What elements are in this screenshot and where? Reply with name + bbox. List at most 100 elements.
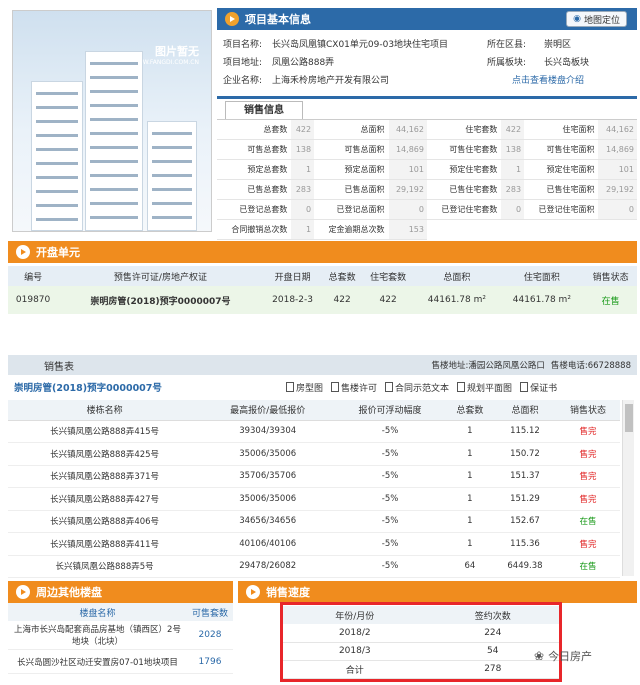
column-header: 住宅套数 bbox=[361, 266, 415, 286]
play-icon bbox=[16, 585, 30, 599]
opening-cell: 在售 bbox=[584, 286, 637, 314]
map-pin-icon: ◉ bbox=[573, 14, 581, 24]
table-cell[interactable]: 长兴镇凤凰公路888弄406号 bbox=[8, 510, 202, 533]
table-cell: 150.72 bbox=[493, 442, 557, 466]
list-item[interactable]: 上海市长兴岛配套商品房基地（镇西区）2号地块（北块） 2028 bbox=[8, 621, 233, 650]
table-row[interactable]: 长兴镇凤凰公路888弄5号 29478/26082 -5% 64 6449.38 在售 bbox=[8, 555, 620, 578]
nearby-table: 楼盘名称 可售套数 上海市长兴岛配套商品房基地（镇西区）2号地块（北块） 2028 长… bbox=[8, 603, 233, 674]
table-cell: 35006/35006 bbox=[201, 442, 335, 466]
info-row: 项目名称: 长兴岛凤凰镇CX01单元09-03地块住宅项目 所在区县: 崇明区 bbox=[217, 34, 637, 52]
block-value: 长兴岛板块 bbox=[544, 57, 590, 68]
stat-value: 44,162 bbox=[388, 119, 427, 140]
table-cell: 35706/35706 bbox=[201, 465, 335, 488]
brand-watermark: ❀ 今日房产 bbox=[534, 648, 592, 664]
stats-row: 可售总套数 138 可售总面积 14,869 可售住宅套数 138 可售住宅面积 14,869 bbox=[217, 139, 637, 160]
map-locate-button[interactable]: ◉ 地图定位 bbox=[566, 11, 627, 27]
table-cell: 35006/35006 bbox=[201, 487, 335, 511]
column-header: 预售许可证/房地产权证 bbox=[58, 266, 263, 286]
sales-table-scrollbar[interactable] bbox=[622, 400, 634, 576]
nearby-project-name[interactable]: 长兴岛圆沙社区动迁安置房07-01地块项目 bbox=[8, 649, 187, 674]
table-cell: 40106/40106 bbox=[201, 532, 335, 556]
info-row: 企业名称: 上海禾柃房地产开发有限公司 点击查看楼盘介绍 bbox=[217, 70, 637, 88]
nearby-title: 周边其他楼盘 bbox=[36, 586, 102, 599]
table-row[interactable]: 长兴镇凤凰公路888弄415号 39304/39304 -5% 1 115.12 售完 bbox=[8, 420, 620, 443]
field-label: 所属板块: bbox=[487, 57, 527, 68]
stat-label: 已登记总面积 bbox=[314, 199, 389, 220]
document-icon bbox=[331, 382, 340, 392]
table-cell: -5% bbox=[334, 532, 446, 556]
table-cell: 115.12 bbox=[493, 420, 557, 443]
table-cell[interactable]: 长兴镇凤凰公路888弄371号 bbox=[8, 465, 202, 488]
info-row: 项目地址: 凤凰公路888弄 所属板块: 长兴岛板块 bbox=[217, 52, 637, 70]
stats-row: 已售总套数 283 已售总面积 29,192 已售住宅套数 283 已售住宅面积 29,192 bbox=[217, 179, 637, 200]
column-header: 总面积 bbox=[493, 400, 557, 421]
list-item[interactable]: 长兴岛圆沙社区动迁安置房07-01地块项目 1796 bbox=[8, 649, 233, 674]
table-cell: 152.67 bbox=[493, 510, 557, 533]
stat-label: 已售总面积 bbox=[314, 179, 389, 200]
table-cell: 1 bbox=[445, 487, 494, 511]
document-icon bbox=[286, 382, 294, 392]
table-cell: 1 bbox=[445, 442, 494, 466]
status-cell: 售完 bbox=[556, 420, 620, 443]
tab-sales-info[interactable]: 销售信息 bbox=[225, 101, 303, 119]
sales-table-header: 销售表 售楼地址:潘园公路凤凰公路口 售楼电话:66728888 bbox=[8, 355, 637, 375]
project-intro-link[interactable]: 点击查看楼盘介绍 bbox=[512, 73, 584, 86]
column-header: 住宅面积 bbox=[499, 266, 585, 286]
status-cell: 在售 bbox=[556, 555, 620, 578]
stat-value: 14,869 bbox=[388, 139, 427, 160]
building-illustration bbox=[85, 51, 143, 231]
table-cell: -5% bbox=[334, 487, 446, 511]
building-illustration bbox=[147, 121, 197, 231]
table-cell[interactable]: 长兴镇凤凰公路888弄415号 bbox=[8, 420, 202, 443]
field-label: 企业名称: bbox=[223, 75, 263, 86]
stat-value: 1 bbox=[291, 159, 315, 180]
opening-cell: 422 bbox=[322, 286, 362, 314]
stat-label: 可售总套数 bbox=[217, 139, 292, 160]
table-cell: 151.37 bbox=[493, 465, 557, 488]
table-cell[interactable]: 长兴镇凤凰公路888弄5号 bbox=[8, 555, 202, 578]
table-row[interactable]: 长兴镇凤凰公路888弄425号 35006/35006 -5% 1 150.72 售完 bbox=[8, 442, 620, 466]
field-label: 项目名称: bbox=[223, 39, 263, 50]
doc-link[interactable]: 售楼许可 bbox=[331, 381, 377, 394]
table-row[interactable]: 长兴镇凤凰公路888弄406号 34656/34656 -5% 1 152.67 在售 bbox=[8, 510, 620, 533]
table-cell[interactable]: 长兴镇凤凰公路888弄411号 bbox=[8, 532, 202, 556]
doc-link[interactable]: 房型图 bbox=[286, 381, 323, 394]
sales-speed-title: 销售速度 bbox=[266, 586, 310, 599]
stat-label: 预定住宅面积 bbox=[524, 159, 599, 180]
table-row[interactable]: 长兴镇凤凰公路888弄427号 35006/35006 -5% 1 151.29 售完 bbox=[8, 487, 620, 511]
document-icon bbox=[457, 382, 466, 392]
table-cell[interactable]: 长兴镇凤凰公路888弄427号 bbox=[8, 487, 202, 511]
stats-row: 预定总套数 1 预定总面积 101 预定住宅套数 1 预定住宅面积 101 bbox=[217, 159, 637, 180]
scrollbar-thumb[interactable] bbox=[625, 404, 633, 432]
table-row[interactable]: 长兴镇凤凰公路888弄371号 35706/35706 -5% 1 151.37 售完 bbox=[8, 465, 620, 488]
wechat-icon: ❀ bbox=[534, 649, 545, 663]
opening-units-header: 开盘单元 bbox=[8, 241, 637, 263]
doc-link-label: 房型图 bbox=[296, 383, 324, 394]
nearby-project-name[interactable]: 上海市长兴岛配套商品房基地（镇西区）2号地块（北块） bbox=[8, 621, 187, 650]
column-header: 总面积 bbox=[414, 266, 500, 286]
stat-label: 已登记住宅面积 bbox=[524, 199, 599, 220]
doc-link[interactable]: 保证书 bbox=[520, 381, 557, 394]
doc-link[interactable]: 规划平面图 bbox=[457, 381, 512, 394]
sales-phone: 售楼电话:66728888 bbox=[550, 361, 631, 371]
column-header: 楼盘名称 bbox=[8, 603, 187, 621]
nearby-available-count: 1796 bbox=[187, 649, 233, 674]
table-row[interactable]: 长兴镇凤凰公路888弄411号 40106/40106 -5% 1 115.36 售完 bbox=[8, 532, 620, 556]
stat-value: 101 bbox=[388, 159, 427, 180]
stat-value: 29,192 bbox=[598, 179, 637, 200]
stat-value: 138 bbox=[291, 139, 315, 160]
table-cell: 6449.38 bbox=[493, 555, 557, 578]
table-cell[interactable]: 长兴镇凤凰公路888弄425号 bbox=[8, 442, 202, 466]
stat-label: 可售总面积 bbox=[314, 139, 389, 160]
project-name: 长兴岛凤凰镇CX01单元09-03地块住宅项目 bbox=[272, 39, 449, 50]
stat-label: 预定总套数 bbox=[217, 159, 292, 180]
column-header: 编号 bbox=[8, 266, 59, 286]
table-cell: 64 bbox=[445, 555, 494, 578]
permit-number[interactable]: 崇明房管(2018)预字0000007号 bbox=[8, 380, 278, 394]
sales-stats-table: 总套数 422 总面积 44,162 住宅套数 422 住宅面积 44,162 可售总套数 138… bbox=[217, 119, 637, 240]
company-name: 上海禾柃房地产开发有限公司 bbox=[272, 75, 390, 86]
stat-value: 422 bbox=[291, 119, 315, 140]
stat-label: 已售住宅面积 bbox=[524, 179, 599, 200]
table-cell: -5% bbox=[334, 442, 446, 466]
doc-link[interactable]: 合同示范文本 bbox=[385, 381, 449, 394]
